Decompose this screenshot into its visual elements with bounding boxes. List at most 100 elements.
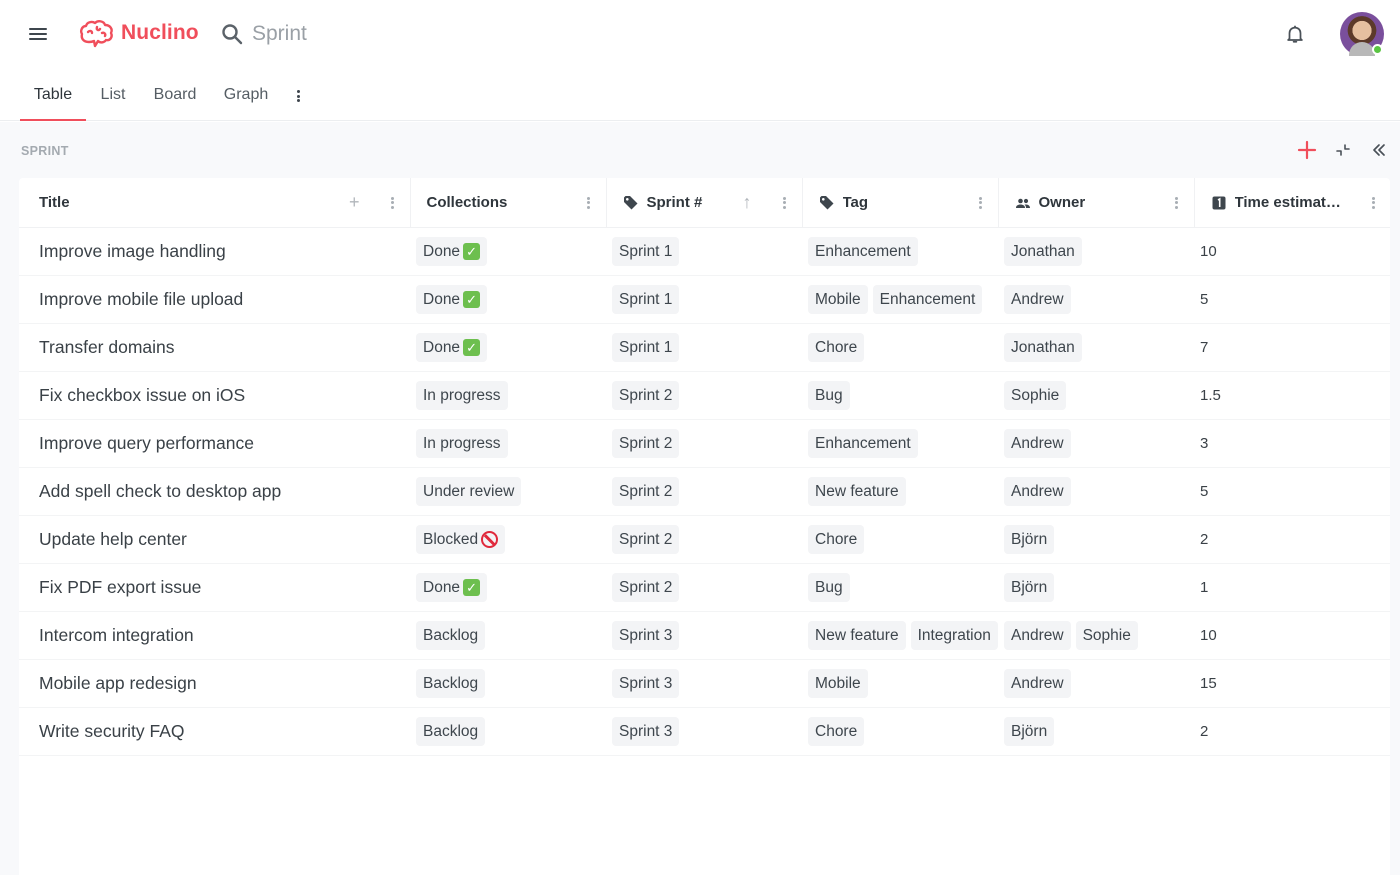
collection-chip[interactable]: Backlog <box>416 621 486 650</box>
collection-chip[interactable]: Blocked <box>416 525 506 554</box>
cell-time-estimate[interactable]: 1 <box>1194 563 1390 612</box>
tag-chip[interactable]: Integration <box>910 621 998 650</box>
column-menu-icon[interactable] <box>1368 196 1378 210</box>
sprint-chip[interactable]: Sprint 2 <box>612 573 680 602</box>
owner-chip[interactable]: Andrew <box>1004 429 1071 458</box>
cell-time-estimate[interactable]: 7 <box>1194 323 1390 372</box>
owner-chip[interactable]: Jonathan <box>1004 333 1082 362</box>
owner-chip[interactable]: Andrew <box>1004 669 1071 698</box>
cell-title[interactable]: Add spell check to desktop app <box>19 467 410 516</box>
column-menu-icon[interactable] <box>584 196 594 210</box>
collection-chip[interactable]: Done ✓ <box>416 237 488 266</box>
tag-chip[interactable]: Mobile <box>808 669 868 698</box>
table-row[interactable]: Transfer domains Done ✓ Sprint 1 Chore Jonath… <box>19 323 1390 372</box>
sprint-chip[interactable]: Sprint 2 <box>612 525 680 554</box>
collapse-icon[interactable] <box>1332 139 1354 161</box>
collection-chip[interactable]: In progress <box>416 429 508 458</box>
sprint-chip[interactable]: Sprint 1 <box>612 333 680 362</box>
tab-table[interactable]: Table <box>20 68 86 121</box>
owner-chip[interactable]: Jonathan <box>1004 237 1082 266</box>
cell-time-estimate[interactable]: 3 <box>1194 419 1390 468</box>
tag-chip[interactable]: Enhancement <box>872 285 983 314</box>
tag-chip[interactable]: Bug <box>808 381 850 410</box>
owner-chip[interactable]: Björn <box>1004 717 1055 746</box>
cell-time-estimate[interactable]: 10 <box>1194 611 1390 660</box>
logo[interactable]: Nuclino <box>79 18 199 48</box>
owner-chip[interactable]: Andrew <box>1004 285 1071 314</box>
double-chevron-left-icon[interactable] <box>1368 139 1390 161</box>
cell-title[interactable]: Improve image handling <box>19 227 410 276</box>
column-menu-icon[interactable] <box>1172 196 1182 210</box>
owner-chip[interactable]: Andrew <box>1004 477 1071 506</box>
table-row[interactable]: Add spell check to desktop app Under revi… <box>19 467 1390 516</box>
cell-time-estimate[interactable]: 5 <box>1194 275 1390 324</box>
tab-graph[interactable]: Graph <box>221 68 271 120</box>
menu-icon[interactable] <box>28 26 48 42</box>
table-row[interactable]: Update help center Blocked Sprint 2 Chore Bj… <box>19 515 1390 564</box>
tag-chip[interactable]: New feature <box>808 477 906 506</box>
table-row[interactable]: Write security FAQ Backlog Sprint 3 Chore Bj… <box>19 707 1390 756</box>
collection-chip[interactable]: In progress <box>416 381 508 410</box>
cell-time-estimate[interactable]: 2 <box>1194 515 1390 564</box>
column-menu-icon[interactable] <box>780 196 790 210</box>
collection-chip[interactable]: Under review <box>416 477 522 506</box>
cell-title[interactable]: Update help center <box>19 515 410 564</box>
column-menu-icon[interactable] <box>388 196 398 210</box>
tag-chip[interactable]: Enhancement <box>808 429 918 458</box>
collection-chip[interactable]: Done ✓ <box>416 573 488 602</box>
owner-chip[interactable]: Björn <box>1004 525 1055 554</box>
table-row[interactable]: Intercom integration Backlog Sprint 3 New f… <box>19 611 1390 660</box>
column-header-owner[interactable]: Owner <box>998 178 1195 228</box>
search-bar[interactable] <box>220 19 520 49</box>
collection-chip[interactable]: Backlog <box>416 717 486 746</box>
collection-chip[interactable]: Backlog <box>416 669 486 698</box>
cell-title[interactable]: Mobile app redesign <box>19 659 410 708</box>
cell-title[interactable]: Improve query performance <box>19 419 410 468</box>
sprint-chip[interactable]: Sprint 1 <box>612 237 680 266</box>
column-header-time-estimate[interactable]: Time estimat… <box>1194 178 1390 228</box>
cell-time-estimate[interactable]: 5 <box>1194 467 1390 516</box>
table-row[interactable]: Fix checkbox issue on iOS In progress Spri… <box>19 371 1390 420</box>
cell-title[interactable]: Transfer domains <box>19 323 410 372</box>
sprint-chip[interactable]: Sprint 2 <box>612 477 680 506</box>
cell-time-estimate[interactable]: 10 <box>1194 227 1390 276</box>
owner-chip[interactable]: Andrew <box>1004 621 1071 650</box>
cell-time-estimate[interactable]: 2 <box>1194 707 1390 756</box>
collection-chip[interactable]: Done ✓ <box>416 333 488 362</box>
owner-chip[interactable]: Björn <box>1004 573 1055 602</box>
tag-chip[interactable]: Chore <box>808 525 865 554</box>
cell-title[interactable]: Intercom integration <box>19 611 410 660</box>
column-menu-icon[interactable] <box>976 196 986 210</box>
sprint-chip[interactable]: Sprint 3 <box>612 621 680 650</box>
tag-chip[interactable]: Mobile <box>808 285 868 314</box>
search-input[interactable] <box>252 22 492 46</box>
bell-icon[interactable] <box>1284 23 1306 45</box>
cell-time-estimate[interactable]: 1.5 <box>1194 371 1390 420</box>
table-row[interactable]: Improve image handling Done ✓ Sprint 1 Enhan… <box>19 227 1390 276</box>
table-row[interactable]: Fix PDF export issue Done ✓ Sprint 2 Bug Björ… <box>19 563 1390 612</box>
tag-chip[interactable]: New feature <box>808 621 906 650</box>
tab-board[interactable]: Board <box>150 68 200 120</box>
column-header-sprint[interactable]: Sprint # ↑ <box>606 178 803 228</box>
cell-title[interactable]: Fix checkbox issue on iOS <box>19 371 410 420</box>
cell-title[interactable]: Write security FAQ <box>19 707 410 756</box>
column-header-collections[interactable]: Collections <box>410 178 607 228</box>
sprint-chip[interactable]: Sprint 2 <box>612 429 680 458</box>
collection-chip[interactable]: Done ✓ <box>416 285 488 314</box>
column-header-tag[interactable]: Tag <box>802 178 999 228</box>
sprint-chip[interactable]: Sprint 1 <box>612 285 680 314</box>
cell-time-estimate[interactable]: 15 <box>1194 659 1390 708</box>
tag-chip[interactable]: Enhancement <box>808 237 918 266</box>
cell-title[interactable]: Fix PDF export issue <box>19 563 410 612</box>
tab-list[interactable]: List <box>96 68 130 120</box>
sprint-chip[interactable]: Sprint 3 <box>612 717 680 746</box>
add-icon[interactable] <box>1296 139 1318 161</box>
tag-chip[interactable]: Chore <box>808 333 865 362</box>
table-row[interactable]: Improve mobile file upload Done ✓ Sprint 1M… <box>19 275 1390 324</box>
tag-chip[interactable]: Chore <box>808 717 865 746</box>
add-column-icon[interactable]: + <box>349 192 360 213</box>
sprint-chip[interactable]: Sprint 3 <box>612 669 680 698</box>
owner-chip[interactable]: Sophie <box>1075 621 1138 650</box>
owner-chip[interactable]: Sophie <box>1004 381 1067 410</box>
sort-ascending-icon[interactable]: ↑ <box>743 192 752 213</box>
